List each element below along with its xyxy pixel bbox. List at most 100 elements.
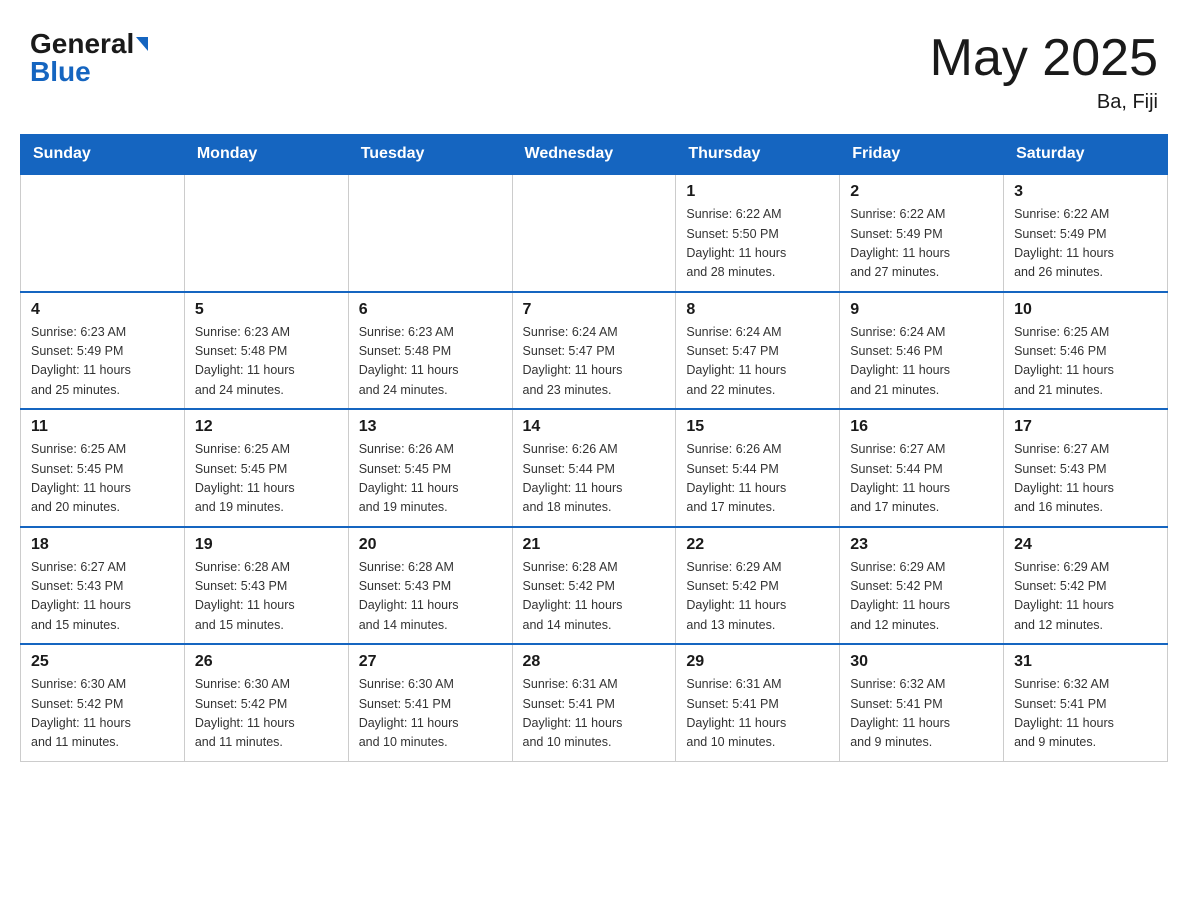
day-info: Sunrise: 6:27 AM Sunset: 5:43 PM Dayligh… [1014,440,1157,518]
day-info: Sunrise: 6:32 AM Sunset: 5:41 PM Dayligh… [1014,675,1157,753]
calendar-cell: 28 Sunrise: 6:31 AM Sunset: 5:41 PM Dayli… [512,644,676,761]
day-number: 15 [686,418,829,436]
day-info: Sunrise: 6:26 AM Sunset: 5:44 PM Dayligh… [686,440,829,518]
weekday-header-friday: Friday [840,135,1004,175]
day-number: 28 [523,653,666,671]
day-info: Sunrise: 6:29 AM Sunset: 5:42 PM Dayligh… [850,558,993,636]
day-info: Sunrise: 6:30 AM Sunset: 5:41 PM Dayligh… [359,675,502,753]
calendar-cell: 6Sunrise: 6:23 AM Sunset: 5:48 PM Daylig… [348,292,512,410]
calendar-cell: 1 Sunrise: 6:22 AM Sunset: 5:50 PM Daylig… [676,174,840,292]
calendar-cell: 10 Sunrise: 6:25 AM Sunset: 5:46 PM Dayli… [1004,292,1168,410]
calendar-cell: 9 Sunrise: 6:24 AM Sunset: 5:46 PM Daylig… [840,292,1004,410]
day-info: Sunrise: 6:24 AM Sunset: 5:47 PM Dayligh… [523,323,666,401]
calendar-header-row: SundayMondayTuesdayWednesdayThursdayFrid… [21,135,1168,175]
weekday-header-tuesday: Tuesday [348,135,512,175]
day-info: Sunrise: 6:28 AM Sunset: 5:43 PM Dayligh… [359,558,502,636]
day-number: 23 [850,536,993,554]
calendar-cell: 20 Sunrise: 6:28 AM Sunset: 5:43 PM Dayli… [348,527,512,645]
day-number: 16 [850,418,993,436]
title-section: May 2025 Ba, Fiji [930,30,1158,114]
day-info: Sunrise: 6:22 AM Sunset: 5:50 PM Dayligh… [686,205,829,283]
day-number: 11 [31,418,174,436]
location: Ba, Fiji [930,91,1158,114]
calendar-cell: 15 Sunrise: 6:26 AM Sunset: 5:44 PM Dayli… [676,409,840,527]
day-number: 2 [850,183,993,201]
calendar-cell: 18Sunrise: 6:27 AM Sunset: 5:43 PM Dayli… [21,527,185,645]
day-info: Sunrise: 6:32 AM Sunset: 5:41 PM Dayligh… [850,675,993,753]
day-number: 1 [686,183,829,201]
day-info: Sunrise: 6:23 AM Sunset: 5:48 PM Dayligh… [195,323,338,401]
calendar-cell: 2 Sunrise: 6:22 AM Sunset: 5:49 PM Daylig… [840,174,1004,292]
day-number: 13 [359,418,502,436]
calendar-cell [348,174,512,292]
calendar-cell [21,174,185,292]
day-number: 4 [31,301,174,319]
calendar-cell: 17Sunrise: 6:27 AM Sunset: 5:43 PM Dayli… [1004,409,1168,527]
weekday-header-saturday: Saturday [1004,135,1168,175]
day-info: Sunrise: 6:27 AM Sunset: 5:44 PM Dayligh… [850,440,993,518]
calendar-cell: 3 Sunrise: 6:22 AM Sunset: 5:49 PM Daylig… [1004,174,1168,292]
day-number: 31 [1014,653,1157,671]
day-info: Sunrise: 6:25 AM Sunset: 5:46 PM Dayligh… [1014,323,1157,401]
day-number: 3 [1014,183,1157,201]
day-info: Sunrise: 6:22 AM Sunset: 5:49 PM Dayligh… [1014,205,1157,283]
day-number: 21 [523,536,666,554]
day-info: Sunrise: 6:25 AM Sunset: 5:45 PM Dayligh… [31,440,174,518]
day-info: Sunrise: 6:29 AM Sunset: 5:42 PM Dayligh… [1014,558,1157,636]
day-number: 30 [850,653,993,671]
calendar-cell: 26 Sunrise: 6:30 AM Sunset: 5:42 PM Dayli… [184,644,348,761]
day-number: 25 [31,653,174,671]
calendar-cell: 13Sunrise: 6:26 AM Sunset: 5:45 PM Dayli… [348,409,512,527]
calendar-cell: 21 Sunrise: 6:28 AM Sunset: 5:42 PM Dayli… [512,527,676,645]
day-number: 14 [523,418,666,436]
calendar-cell: 11 Sunrise: 6:25 AM Sunset: 5:45 PM Dayli… [21,409,185,527]
calendar-cell: 23 Sunrise: 6:29 AM Sunset: 5:42 PM Dayli… [840,527,1004,645]
day-number: 10 [1014,301,1157,319]
day-number: 29 [686,653,829,671]
week-row-4: 18Sunrise: 6:27 AM Sunset: 5:43 PM Dayli… [21,527,1168,645]
day-number: 24 [1014,536,1157,554]
week-row-5: 25 Sunrise: 6:30 AM Sunset: 5:42 PM Dayli… [21,644,1168,761]
logo-triangle-icon [136,37,148,51]
day-number: 9 [850,301,993,319]
day-number: 18 [31,536,174,554]
day-number: 7 [523,301,666,319]
day-number: 19 [195,536,338,554]
week-row-2: 4 Sunrise: 6:23 AM Sunset: 5:49 PM Daylig… [21,292,1168,410]
calendar-cell: 12 Sunrise: 6:25 AM Sunset: 5:45 PM Dayli… [184,409,348,527]
day-info: Sunrise: 6:31 AM Sunset: 5:41 PM Dayligh… [523,675,666,753]
logo-blue-text: Blue [30,58,91,86]
calendar-cell: 19 Sunrise: 6:28 AM Sunset: 5:43 PM Dayli… [184,527,348,645]
weekday-header-wednesday: Wednesday [512,135,676,175]
day-info: Sunrise: 6:26 AM Sunset: 5:44 PM Dayligh… [523,440,666,518]
day-number: 20 [359,536,502,554]
logo: General Blue [30,30,148,86]
calendar-cell: 22 Sunrise: 6:29 AM Sunset: 5:42 PM Dayli… [676,527,840,645]
day-number: 22 [686,536,829,554]
day-info: Sunrise: 6:28 AM Sunset: 5:43 PM Dayligh… [195,558,338,636]
day-info: Sunrise: 6:24 AM Sunset: 5:46 PM Dayligh… [850,323,993,401]
day-info: Sunrise: 6:31 AM Sunset: 5:41 PM Dayligh… [686,675,829,753]
week-row-1: 1 Sunrise: 6:22 AM Sunset: 5:50 PM Daylig… [21,174,1168,292]
day-number: 27 [359,653,502,671]
day-info: Sunrise: 6:25 AM Sunset: 5:45 PM Dayligh… [195,440,338,518]
weekday-header-thursday: Thursday [676,135,840,175]
page-header: General Blue May 2025 Ba, Fiji [20,20,1168,114]
day-number: 5 [195,301,338,319]
calendar-cell: 31 Sunrise: 6:32 AM Sunset: 5:41 PM Dayli… [1004,644,1168,761]
day-number: 12 [195,418,338,436]
day-info: Sunrise: 6:23 AM Sunset: 5:48 PM Dayligh… [359,323,502,401]
day-info: Sunrise: 6:23 AM Sunset: 5:49 PM Dayligh… [31,323,174,401]
calendar-cell [184,174,348,292]
day-info: Sunrise: 6:30 AM Sunset: 5:42 PM Dayligh… [31,675,174,753]
day-info: Sunrise: 6:29 AM Sunset: 5:42 PM Dayligh… [686,558,829,636]
day-info: Sunrise: 6:28 AM Sunset: 5:42 PM Dayligh… [523,558,666,636]
calendar-cell: 29 Sunrise: 6:31 AM Sunset: 5:41 PM Dayli… [676,644,840,761]
calendar-table: SundayMondayTuesdayWednesdayThursdayFrid… [20,134,1168,762]
day-info: Sunrise: 6:24 AM Sunset: 5:47 PM Dayligh… [686,323,829,401]
day-number: 26 [195,653,338,671]
logo-general-text: General [30,30,134,58]
day-info: Sunrise: 6:30 AM Sunset: 5:42 PM Dayligh… [195,675,338,753]
day-info: Sunrise: 6:22 AM Sunset: 5:49 PM Dayligh… [850,205,993,283]
calendar-cell: 25 Sunrise: 6:30 AM Sunset: 5:42 PM Dayli… [21,644,185,761]
